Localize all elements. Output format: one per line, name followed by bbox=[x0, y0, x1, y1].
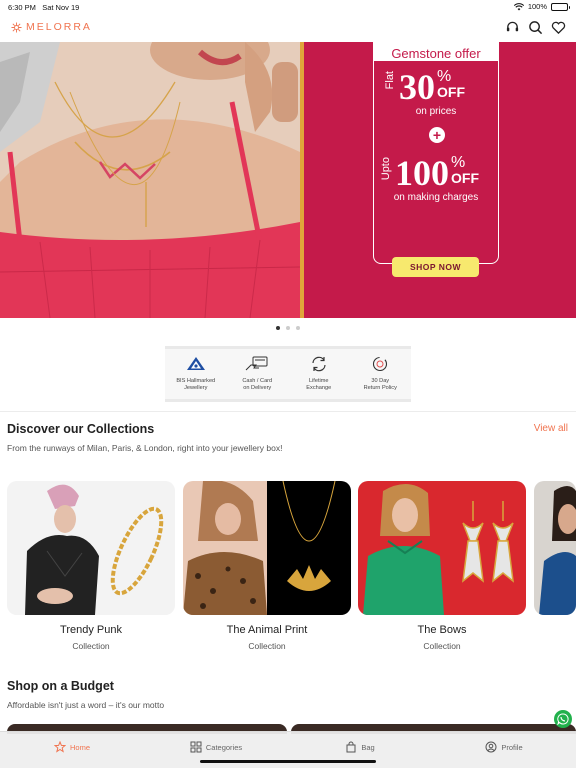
bis-hallmark-icon bbox=[165, 355, 227, 373]
collection-card-trendy-punk[interactable] bbox=[7, 481, 175, 615]
offer-title: Gemstone offer bbox=[374, 42, 498, 61]
cash-card-icon bbox=[227, 355, 289, 373]
star-icon bbox=[53, 741, 66, 753]
profile-icon bbox=[485, 741, 497, 753]
trust-strip: BIS Hallmarked Jewellery Cash / Card on … bbox=[165, 346, 411, 402]
upto-subtext: on making charges bbox=[393, 192, 479, 203]
banner-model-photo bbox=[0, 42, 301, 318]
trust-item-cod: Cash / Card on Delivery bbox=[227, 349, 289, 399]
carousel-dot-2[interactable] bbox=[286, 326, 290, 330]
collection-name[interactable]: Trendy Punk bbox=[7, 624, 175, 636]
flat-percent: % bbox=[437, 68, 452, 85]
plus-icon: + bbox=[429, 127, 445, 143]
lifetime-exchange-icon bbox=[288, 355, 350, 373]
collections-title: Discover our Collections bbox=[7, 422, 155, 436]
collection-type: Collection bbox=[72, 641, 110, 651]
tab-label: Bag bbox=[361, 742, 375, 752]
flat-value: 30 bbox=[399, 67, 435, 107]
collections-subtitle: From the runways of Milan, Paris, & Lond… bbox=[7, 443, 283, 453]
tab-profile[interactable]: Profile bbox=[432, 732, 576, 768]
logo[interactable]: MELORRA bbox=[11, 21, 92, 33]
trust-label: BIS Hallmarked Jewellery bbox=[176, 378, 216, 391]
trust-label: Cash / Card on Delivery bbox=[242, 378, 273, 391]
status-bar: 6:30 PM Sat Nov 19 100% bbox=[0, 0, 576, 14]
return-policy-icon bbox=[350, 355, 412, 373]
collections-carousel: Trendy Punk Collection The Animal Print … bbox=[7, 481, 576, 661]
trust-item-return: 30 Day Return Policy bbox=[350, 349, 412, 399]
collection-type: Collection bbox=[423, 641, 461, 651]
whatsapp-icon[interactable] bbox=[554, 710, 572, 728]
offer-card: Gemstone offer Flat 30 % OFF on prices + … bbox=[373, 42, 499, 264]
flat-off: OFF bbox=[437, 84, 465, 100]
collection-type: Collection bbox=[248, 641, 286, 651]
wifi-icon bbox=[513, 2, 524, 10]
search-icon[interactable] bbox=[527, 19, 543, 35]
wishlist-heart-icon[interactable] bbox=[550, 19, 566, 35]
carousel-dot-3[interactable] bbox=[296, 326, 300, 330]
collection-card-partial[interactable] bbox=[534, 481, 576, 615]
battery-icon bbox=[551, 2, 570, 11]
home-indicator[interactable] bbox=[200, 760, 376, 763]
upto-label: Upto bbox=[380, 157, 392, 181]
app-header: MELORRA bbox=[0, 14, 576, 42]
upto-off: OFF bbox=[451, 170, 479, 186]
grid-icon bbox=[190, 741, 202, 753]
trust-item-exchange: Lifetime Exchange bbox=[288, 349, 350, 399]
budget-title: Shop on a Budget bbox=[7, 679, 114, 693]
battery-percent: 100% bbox=[527, 2, 547, 11]
carousel-dot-1[interactable] bbox=[276, 326, 280, 330]
shop-now-button[interactable]: SHOP NOW bbox=[392, 257, 479, 277]
tab-label: Categories bbox=[205, 742, 243, 752]
carousel-dots bbox=[0, 326, 576, 330]
logo-mark-icon bbox=[11, 21, 22, 33]
status-right: 100% bbox=[513, 2, 570, 11]
trust-item-bis: BIS Hallmarked Jewellery bbox=[165, 349, 227, 399]
tab-home[interactable]: Home bbox=[0, 732, 144, 768]
collection-name[interactable]: The Animal Print bbox=[183, 624, 351, 636]
logo-text: MELORRA bbox=[26, 21, 92, 33]
collection-name[interactable]: The Bows bbox=[358, 624, 526, 636]
promo-banner[interactable]: Gemstone offer Flat 30 % OFF on prices + … bbox=[0, 42, 576, 318]
upto-value: 100 bbox=[395, 153, 449, 193]
trust-label: 30 Day Return Policy bbox=[363, 378, 397, 391]
tab-label: Profile bbox=[501, 742, 523, 752]
support-icon[interactable] bbox=[504, 19, 520, 35]
tab-label: Home bbox=[69, 742, 90, 752]
budget-subtitle: Affordable isn't just a word – it's our … bbox=[7, 700, 165, 710]
section-divider bbox=[0, 411, 576, 412]
collection-card-animal-print[interactable] bbox=[183, 481, 351, 615]
collection-card-the-bows[interactable] bbox=[358, 481, 526, 615]
bag-icon bbox=[346, 741, 356, 753]
upto-percent: % bbox=[451, 154, 466, 171]
status-time: 6:30 PM Sat Nov 19 bbox=[8, 3, 80, 12]
view-all-link[interactable]: View all bbox=[534, 423, 568, 434]
flat-subtext: on prices bbox=[415, 106, 457, 117]
trust-label: Lifetime Exchange bbox=[306, 378, 332, 391]
flat-label: Flat bbox=[384, 71, 396, 90]
